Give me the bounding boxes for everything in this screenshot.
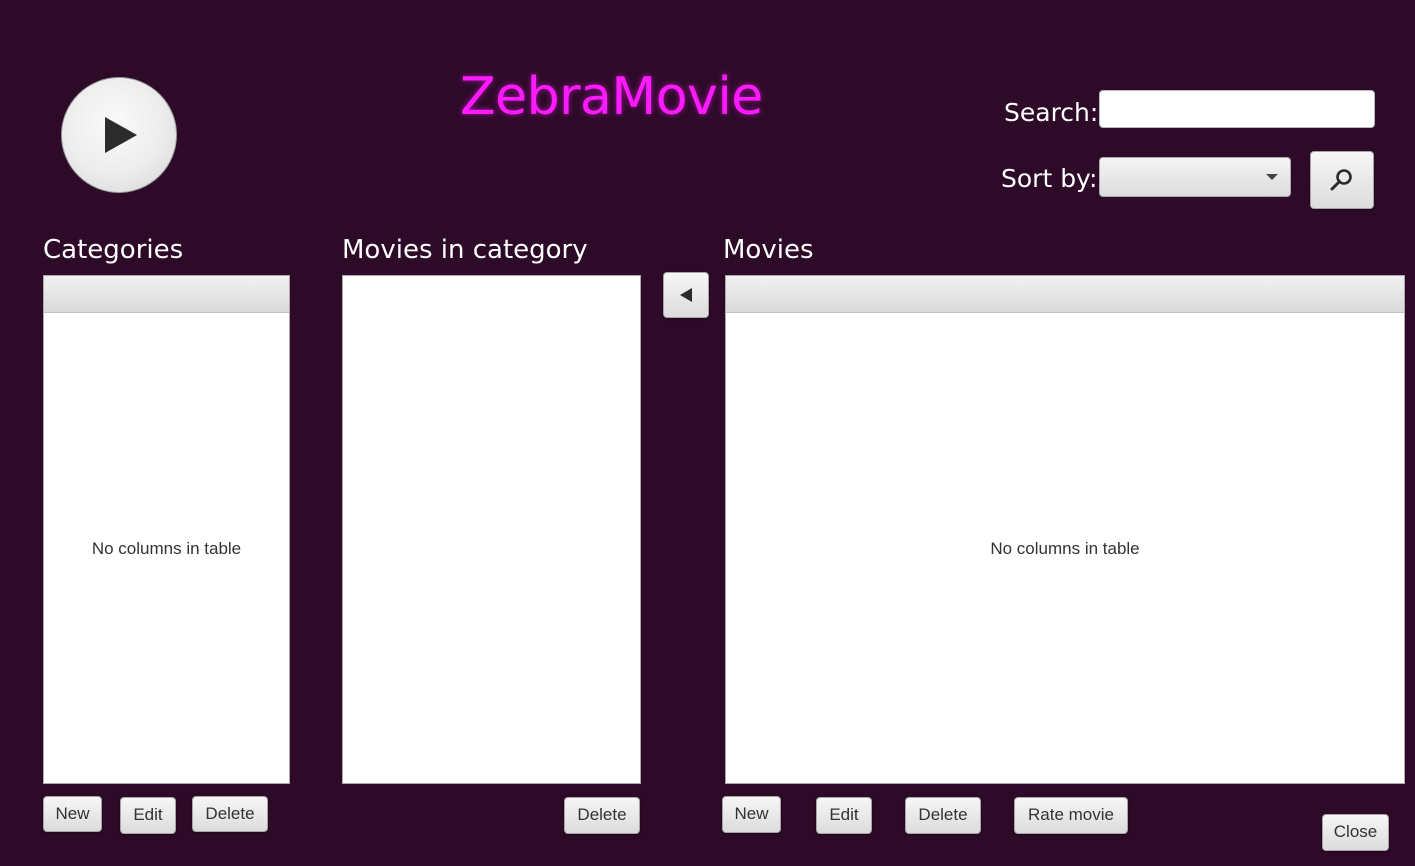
movies-in-category-list[interactable]	[342, 275, 641, 784]
categories-table[interactable]: No columns in table	[43, 275, 290, 784]
magnifier-icon	[1330, 169, 1352, 191]
movies-table[interactable]: No columns in table	[725, 275, 1405, 784]
close-button[interactable]: Close	[1322, 814, 1389, 851]
search-label: Search:	[1004, 98, 1099, 127]
delete-movie-button[interactable]: Delete	[905, 797, 981, 834]
search-input[interactable]	[1099, 90, 1375, 128]
play-icon	[105, 117, 137, 153]
categories-empty-placeholder: No columns in table	[91, 539, 242, 558]
categories-heading: Categories	[43, 235, 184, 265]
new-movie-button[interactable]: New	[722, 796, 781, 833]
play-button[interactable]	[61, 77, 177, 193]
add-to-category-button[interactable]	[663, 272, 709, 318]
movies-table-header	[726, 276, 1404, 313]
triangle-left-icon	[680, 288, 692, 302]
app-title: ZebraMovie	[460, 67, 763, 127]
search-button[interactable]	[1310, 151, 1374, 209]
delete-category-button[interactable]: Delete	[192, 796, 268, 832]
sort-select[interactable]	[1099, 157, 1291, 197]
new-category-button[interactable]: New	[43, 796, 102, 832]
delete-movie-from-category-button[interactable]: Delete	[564, 797, 640, 834]
movies-heading: Movies	[723, 235, 814, 265]
movies-in-category-heading: Movies in category	[342, 235, 588, 265]
movies-empty-placeholder: No columns in table	[990, 539, 1140, 558]
rate-movie-button[interactable]: Rate movie	[1014, 797, 1128, 834]
edit-movie-button[interactable]: Edit	[816, 797, 872, 834]
sort-label: Sort by:	[1001, 164, 1098, 193]
categories-table-header	[44, 276, 289, 313]
edit-category-button[interactable]: Edit	[120, 797, 176, 834]
chevron-down-icon	[1266, 174, 1278, 180]
